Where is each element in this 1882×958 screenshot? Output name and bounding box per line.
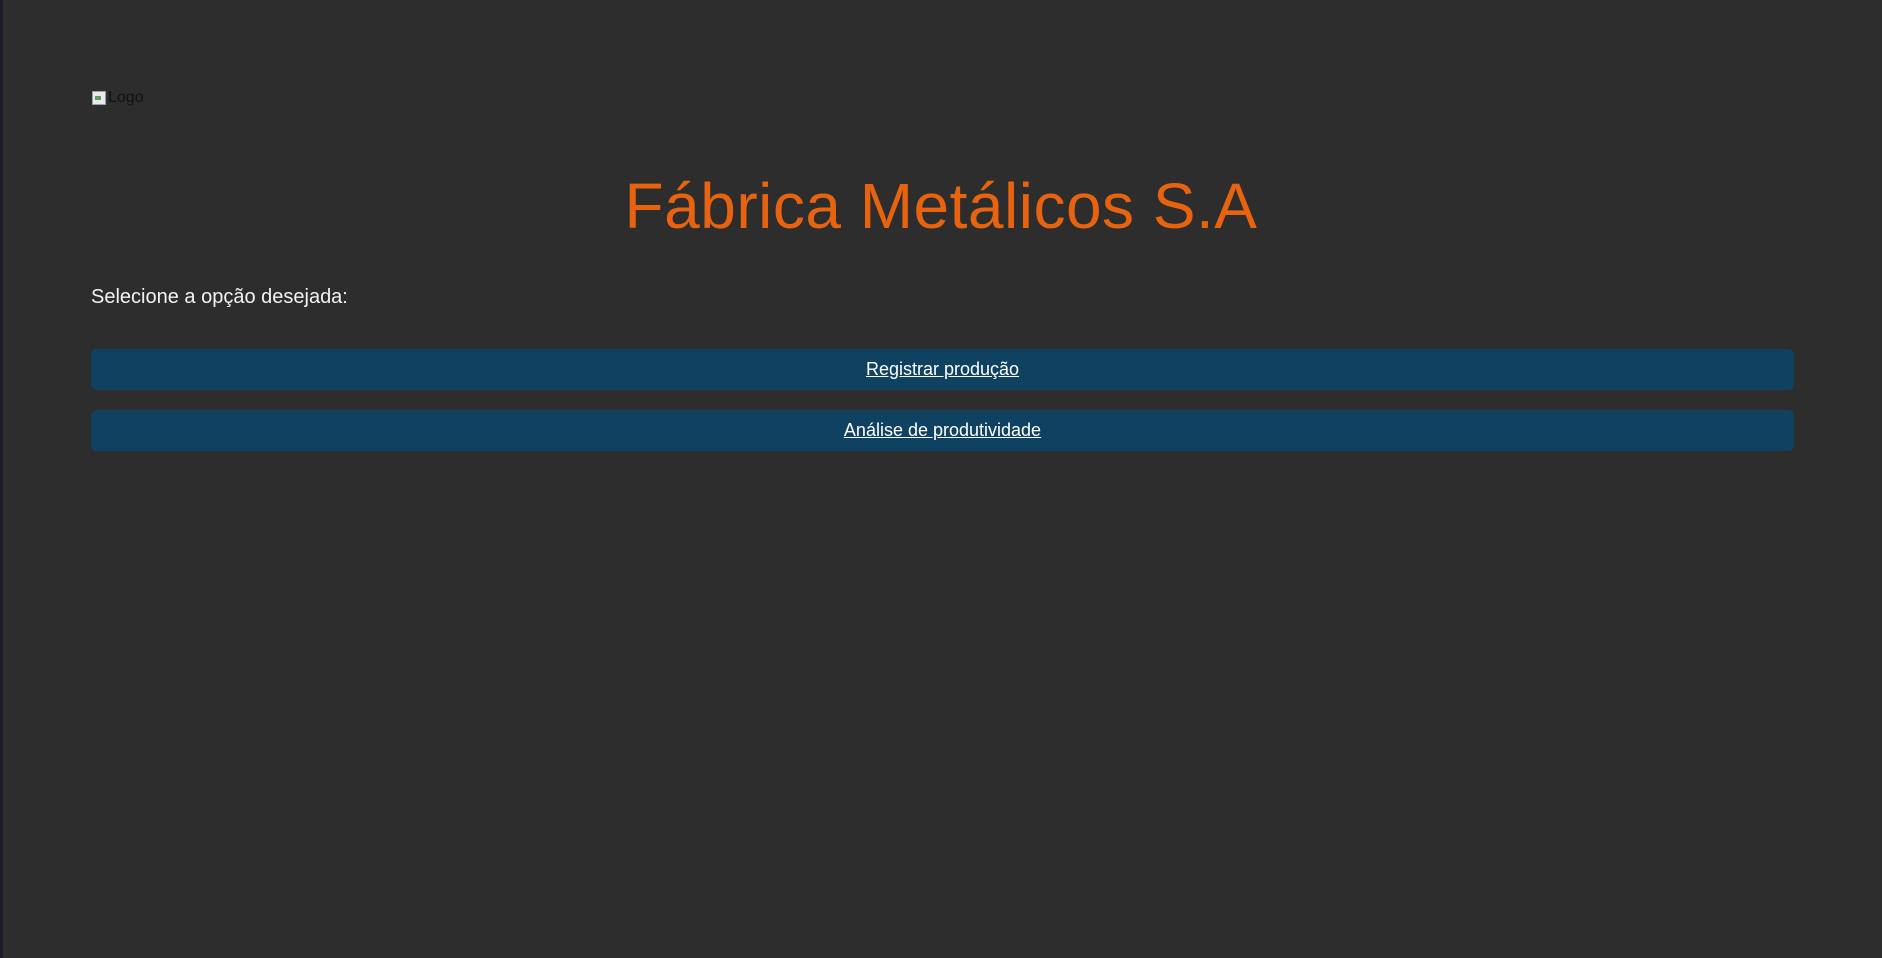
logo-alt-text: Logo (108, 89, 144, 106)
page-title: Fábrica Metálicos S.A (624, 170, 1258, 242)
option-prompt: Selecione a opção desejada: (91, 286, 348, 308)
options-menu: Registrar produção Análise de produtivid… (91, 349, 1794, 471)
broken-image-icon (91, 90, 107, 106)
productivity-analysis-button[interactable]: Análise de produtividade (91, 410, 1794, 451)
register-production-button[interactable]: Registrar produção (91, 349, 1794, 390)
logo: Logo (91, 87, 144, 109)
window-edge (0, 0, 3, 958)
